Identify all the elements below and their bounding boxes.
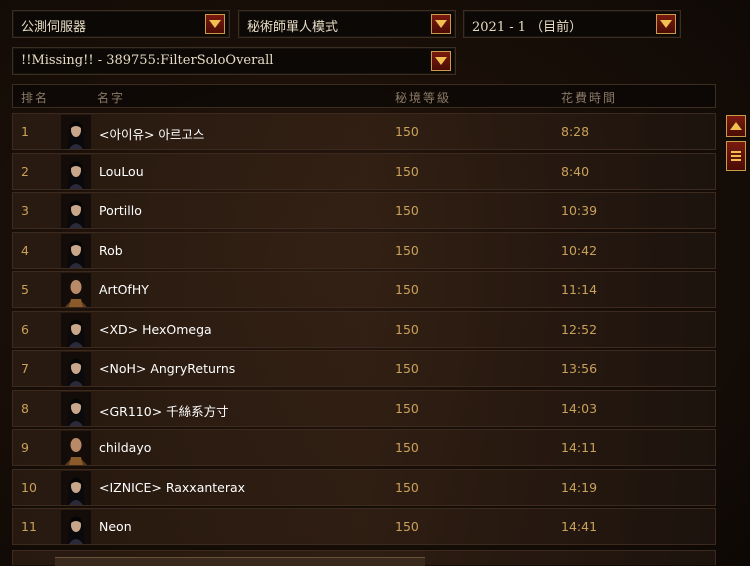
portrait-avatar — [61, 154, 91, 189]
player-name-cell: <GR110> 千絲系方寸 — [99, 403, 229, 419]
level-cell: 150 — [395, 519, 419, 534]
time-cell: 8:40 — [561, 163, 590, 179]
rank-cell: 11 — [21, 519, 37, 534]
table-row[interactable]: 9 childayo 150 14:11 — [12, 429, 716, 466]
player-name-cell: <XD> HexOmega — [99, 321, 212, 337]
rank-cell: 4 — [21, 242, 29, 258]
portrait-avatar — [61, 273, 91, 307]
level-cell: 150 — [395, 400, 419, 416]
table-row[interactable]: 1 <아이유> 아르고스 150 8:28 — [12, 113, 716, 150]
chevron-down-icon — [209, 20, 221, 28]
time-column-header: 花費時間 — [561, 91, 618, 105]
season-select-value: 2021 - 1 （目前） — [472, 20, 583, 35]
rank-cell: 9 — [21, 440, 29, 455]
table-row[interactable]: 3 Portillo 150 10:39 — [12, 192, 716, 229]
level-cell: 150 — [395, 163, 419, 179]
rank-column-header: 排名 — [21, 91, 50, 105]
player-name-cell: Neon — [99, 519, 132, 534]
time-cell: 10:39 — [561, 203, 598, 218]
leaderboard-select[interactable]: !!Missing!! - 389755:FilterSoloOverall — [12, 47, 456, 75]
table-row[interactable]: 5 ArtOfHY 150 11:14 — [12, 271, 716, 308]
level-cell: 150 — [395, 242, 419, 258]
player-name-cell: <아이유> 아르고스 — [99, 127, 205, 142]
level-cell: 150 — [395, 440, 419, 455]
scroll-thumb[interactable] — [726, 141, 746, 171]
portrait-avatar — [61, 431, 91, 465]
level-cell: 150 — [395, 361, 419, 376]
portrait-avatar — [61, 510, 91, 544]
season-select[interactable]: 2021 - 1 （目前） — [463, 10, 681, 38]
player-name-cell: Rob — [99, 242, 123, 258]
mode-select-value: 秘術師單人模式 — [247, 20, 339, 35]
player-name-cell: childayo — [99, 440, 152, 455]
player-name-cell: <IZNICE> Raxxanterax — [99, 479, 246, 495]
level-cell: 150 — [395, 321, 419, 337]
server-dropdown-button[interactable] — [205, 14, 225, 34]
chevron-down-icon — [435, 20, 447, 28]
rank-cell: 6 — [21, 321, 29, 337]
level-cell: 150 — [395, 479, 419, 495]
table-row[interactable]: 6 <XD> HexOmega 150 12:52 — [12, 310, 716, 348]
time-cell: 11:14 — [561, 282, 598, 297]
chevron-down-icon — [435, 57, 447, 65]
player-name-cell: Portillo — [99, 203, 142, 218]
portrait-avatar — [61, 233, 91, 268]
leaderboard-dropdown-button[interactable] — [431, 51, 451, 71]
level-cell: 150 — [395, 282, 419, 297]
rank-cell: 1 — [21, 124, 29, 139]
portrait-avatar — [61, 115, 91, 149]
table-row[interactable]: 10 <IZNICE> Raxxanterax 150 14:19 — [12, 468, 716, 506]
table-row[interactable]: 11 Neon 150 14:41 — [12, 508, 716, 545]
table-row[interactable]: 2 LouLou 150 8:40 — [12, 152, 716, 190]
server-select[interactable]: 公測伺服器 — [12, 10, 230, 38]
player-name-cell: LouLou — [99, 163, 144, 179]
player-name-cell: ArtOfHY — [99, 282, 149, 297]
scroll-thumb-icon — [731, 151, 741, 161]
leaderboard-select-value: !!Missing!! - 389755:FilterSoloOverall — [21, 53, 274, 68]
time-cell: 13:56 — [561, 361, 598, 376]
time-cell: 12:52 — [561, 321, 598, 337]
portrait-avatar — [61, 194, 91, 228]
rank-cell: 5 — [21, 282, 29, 297]
table-row[interactable]: 8 <GR110> 千絲系方寸 150 14:03 — [12, 389, 716, 427]
rank-cell: 3 — [21, 203, 29, 218]
scroll-up-button[interactable] — [726, 115, 746, 137]
portrait-avatar — [61, 391, 91, 426]
table-row[interactable]: 7 <NoH> AngryReturns 150 13:56 — [12, 350, 716, 387]
time-cell: 14:11 — [561, 440, 598, 455]
portrait-avatar — [61, 352, 91, 386]
level-cell: 150 — [395, 203, 419, 218]
portrait-avatar — [61, 470, 91, 505]
chevron-down-icon — [660, 20, 672, 28]
rank-cell: 7 — [21, 361, 29, 376]
leaderboard-header: 排名 名字 秘境等級 花費時間 — [12, 84, 716, 108]
time-cell: 14:03 — [561, 400, 598, 416]
level-cell: 150 — [395, 124, 419, 139]
time-cell: 14:41 — [561, 519, 598, 534]
time-cell: 10:42 — [561, 242, 598, 258]
season-dropdown-button[interactable] — [656, 14, 676, 34]
time-cell: 8:28 — [561, 124, 590, 139]
player-name-cell: <NoH> AngryReturns — [99, 361, 236, 376]
server-select-value: 公測伺服器 — [21, 20, 87, 35]
portrait-avatar — [61, 312, 91, 347]
time-cell: 14:19 — [561, 479, 598, 495]
mode-select[interactable]: 秘術師單人模式 — [238, 10, 456, 38]
name-column-header: 名字 — [97, 91, 126, 105]
scroll-up-icon — [730, 122, 742, 130]
rank-cell: 2 — [21, 163, 29, 179]
rank-cell: 10 — [21, 479, 37, 495]
rank-cell: 8 — [21, 400, 29, 416]
table-row[interactable]: 4 Rob 150 10:42 — [12, 231, 716, 269]
mode-dropdown-button[interactable] — [431, 14, 451, 34]
level-column-header: 秘境等級 — [395, 91, 452, 105]
